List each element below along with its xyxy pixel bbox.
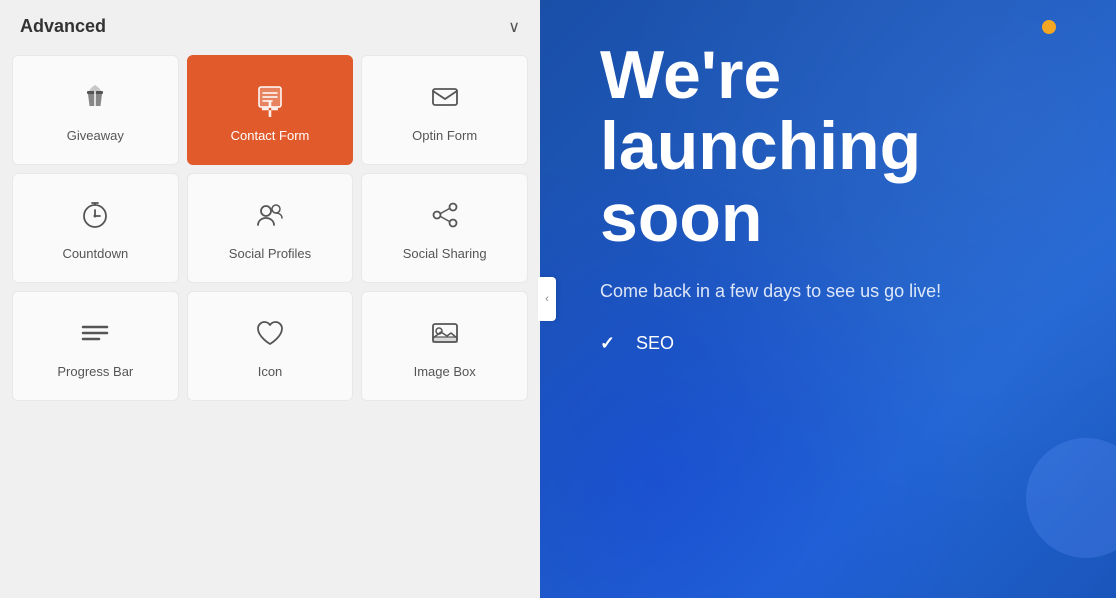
feature-list: ✓ SEO bbox=[600, 333, 1066, 354]
widget-panel: Advanced ∨ Giveaway bbox=[0, 0, 540, 598]
optin-form-label: Optin Form bbox=[412, 128, 477, 143]
progress-bar-label: Progress Bar bbox=[57, 364, 133, 379]
widget-countdown[interactable]: Countdown bbox=[12, 173, 179, 283]
social-profiles-label: Social Profiles bbox=[229, 246, 311, 261]
countdown-icon bbox=[79, 199, 111, 236]
widget-contact-form[interactable]: ✛ Contact Form bbox=[187, 55, 354, 165]
social-profiles-icon bbox=[254, 199, 286, 236]
widget-optin-form[interactable]: Optin Form bbox=[361, 55, 528, 165]
check-icon: ✓ bbox=[600, 333, 622, 354]
hero-title: We're launching soon bbox=[600, 40, 1066, 254]
contact-form-icon bbox=[254, 81, 286, 118]
icon-label: Icon bbox=[258, 364, 283, 379]
widget-image-box[interactable]: Image Box bbox=[361, 291, 528, 401]
feature-label-seo: SEO bbox=[636, 333, 674, 354]
giveaway-label: Giveaway bbox=[67, 128, 124, 143]
image-box-label: Image Box bbox=[414, 364, 476, 379]
social-sharing-label: Social Sharing bbox=[403, 246, 487, 261]
contact-form-label: Contact Form bbox=[231, 128, 310, 143]
panel-title: Advanced bbox=[20, 16, 106, 37]
widget-icon[interactable]: Icon bbox=[187, 291, 354, 401]
panel-header: Advanced ∨ bbox=[0, 0, 540, 51]
chevron-down-icon[interactable]: ∨ bbox=[508, 17, 520, 37]
countdown-label: Countdown bbox=[62, 246, 128, 261]
preview-panel: We're launching soon Come back in a few … bbox=[540, 0, 1116, 598]
widget-grid: Giveaway ✛ Contact Form bbox=[0, 51, 540, 409]
widget-social-profiles[interactable]: Social Profiles bbox=[187, 173, 354, 283]
hero-subtitle: Come back in a few days to see us go liv… bbox=[600, 278, 980, 305]
decoration-dot bbox=[1042, 20, 1056, 34]
feature-item-seo: ✓ SEO bbox=[600, 333, 1066, 354]
optin-form-icon bbox=[429, 81, 461, 118]
progress-bar-icon bbox=[79, 317, 111, 354]
widget-social-sharing[interactable]: Social Sharing bbox=[361, 173, 528, 283]
giveaway-icon bbox=[79, 81, 111, 118]
icon-widget-icon bbox=[254, 317, 286, 354]
decoration-circle bbox=[1026, 438, 1116, 558]
image-box-icon bbox=[429, 317, 461, 354]
social-sharing-icon bbox=[429, 199, 461, 236]
collapse-panel-button[interactable]: ‹ bbox=[538, 277, 556, 321]
widget-giveaway[interactable]: Giveaway bbox=[12, 55, 179, 165]
widget-progress-bar[interactable]: Progress Bar bbox=[12, 291, 179, 401]
